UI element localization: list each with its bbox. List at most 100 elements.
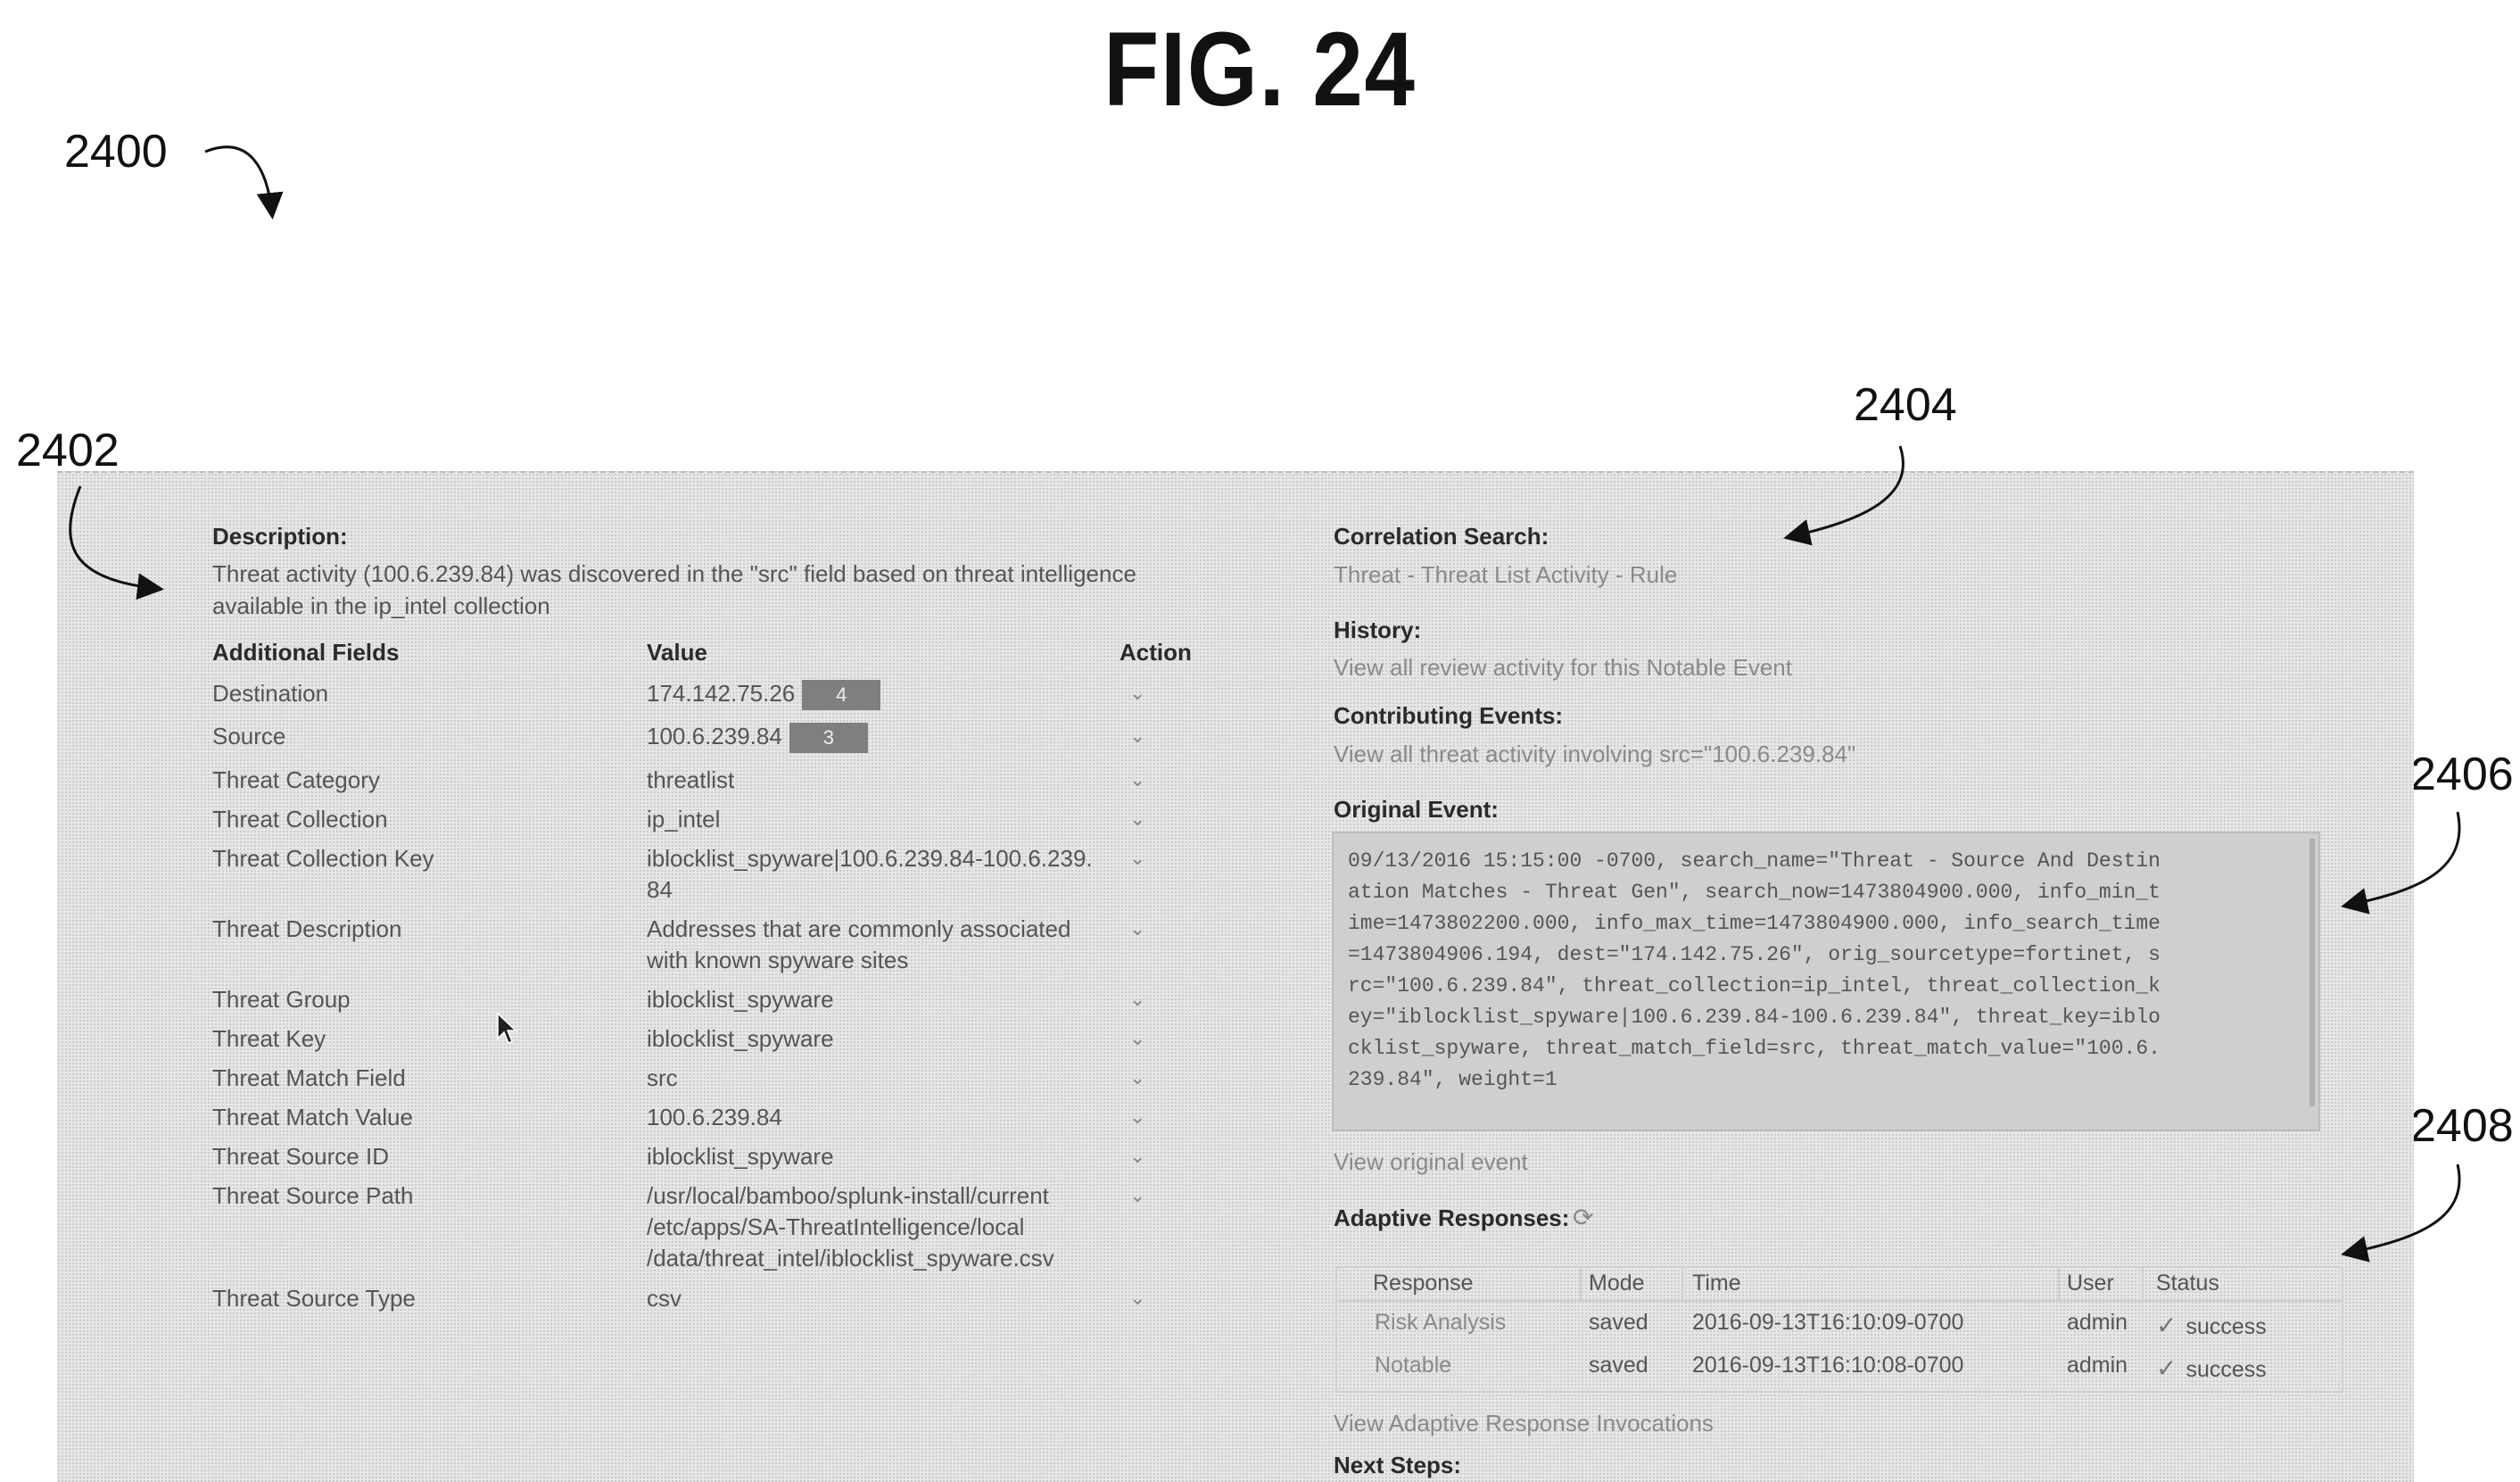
ref-2404: 2404 <box>1854 378 1957 432</box>
field-value: iblocklist_spyware <box>647 1141 834 1172</box>
value-header: Value <box>647 637 707 667</box>
chevron-down-icon[interactable]: ⌄ <box>1129 1027 1145 1050</box>
field-value: csv <box>647 1283 682 1313</box>
field-value: iblocklist_spyware <box>647 1023 834 1054</box>
event-line: =1473804906.194, dest="174.142.75.26", o… <box>1348 940 2304 971</box>
field-value-text: /usr/local/bamboo/splunk-install/current <box>647 1182 1049 1209</box>
field-value-text: /etc/apps/SA-ThreatIntelligence/local <box>647 1213 1024 1240</box>
field-name: Threat Key <box>212 1023 326 1054</box>
user-cell: admin <box>2067 1350 2128 1380</box>
chevron-down-icon[interactable]: ⌄ <box>1129 988 1145 1011</box>
field-name: Threat Match Value <box>212 1102 413 1132</box>
chevron-down-icon[interactable]: ⌄ <box>1129 1184 1145 1207</box>
chevron-down-icon[interactable]: ⌄ <box>1129 807 1145 831</box>
field-value-text: with known spyware sites <box>647 947 908 973</box>
col-response-header[interactable]: Response <box>1373 1268 1474 1298</box>
field-value: /etc/apps/SA-ThreatIntelligence/local <box>647 1212 1024 1242</box>
field-value: 84 <box>647 874 673 905</box>
checkmark-icon: ✓ <box>2156 1354 2177 1382</box>
action-header: Action <box>1120 637 1192 667</box>
field-value: /data/threat_intel/iblocklist_spyware.cs… <box>647 1243 1054 1273</box>
field-name: Threat Match Field <box>212 1063 406 1093</box>
field-value: src <box>647 1063 678 1093</box>
view-adaptive-response-invocations-link[interactable]: View Adaptive Response Invocations <box>1334 1408 1714 1438</box>
correlation-search-link[interactable]: Threat - Threat List Activity - Rule <box>1334 559 1677 590</box>
response-cell: Risk Analysis <box>1375 1307 1506 1337</box>
event-line: rc="100.6.239.84", threat_collection=ip_… <box>1348 971 2304 1002</box>
mouse-cursor-icon <box>496 1012 519 1047</box>
original-event-text: 09/13/2016 15:15:00 -0700, search_name="… <box>1348 846 2304 1096</box>
field-name: Threat Group <box>212 984 351 1014</box>
ref-2406: 2406 <box>2410 748 2514 801</box>
ref-2402: 2402 <box>16 424 120 477</box>
chevron-down-icon[interactable]: ⌄ <box>1129 768 1145 791</box>
count-badge[interactable]: 4 <box>802 680 880 710</box>
field-name: Threat Source ID <box>212 1141 389 1172</box>
field-value-text: src <box>647 1064 678 1091</box>
description-label: Description: <box>212 521 348 551</box>
field-name: Source <box>212 721 285 751</box>
history-link[interactable]: View all review activity for this Notabl… <box>1334 652 1792 683</box>
col-status-header[interactable]: Status <box>2156 1268 2219 1298</box>
description-text-line-1: Threat activity (100.6.239.84) was disco… <box>212 559 1136 589</box>
chevron-down-icon[interactable]: ⌄ <box>1129 917 1145 940</box>
field-name: Destination <box>212 678 328 708</box>
original-event-label: Original Event: <box>1334 794 1499 824</box>
chevron-down-icon[interactable]: ⌄ <box>1129 847 1145 870</box>
next-steps-label: Next Steps: <box>1334 1450 1461 1480</box>
user-cell: admin <box>2067 1307 2128 1337</box>
field-value-text: 174.142.75.26 <box>647 680 795 707</box>
chevron-down-icon[interactable]: ⌄ <box>1129 724 1145 748</box>
field-value-text: iblocklist_spyware|100.6.239.84-100.6.23… <box>647 845 1093 872</box>
field-name: Threat Source Path <box>212 1180 413 1211</box>
adaptive-responses-table: Response Mode Time User Status Risk Anal… <box>1335 1266 2343 1393</box>
mode-cell: saved <box>1589 1307 1648 1337</box>
field-value-text: ip_intel <box>647 806 720 832</box>
chevron-down-icon[interactable]: ⌄ <box>1129 682 1145 705</box>
field-value: iblocklist_spyware <box>647 984 834 1014</box>
table-row[interactable]: Notablesaved2016-09-13T16:10:08-0700admi… <box>1337 1350 2342 1386</box>
ref-2408: 2408 <box>2410 1099 2514 1153</box>
col-time-header[interactable]: Time <box>1692 1268 1741 1298</box>
contributing-events-link[interactable]: View all threat activity involving src="… <box>1334 739 1855 769</box>
event-line: ey="iblocklist_spyware|100.6.239.84-100.… <box>1348 1002 2304 1033</box>
ref-2400: 2400 <box>64 125 168 178</box>
refresh-icon[interactable]: ⟳ <box>1573 1203 1593 1233</box>
event-line: ation Matches - Threat Gen", search_now=… <box>1348 877 2304 908</box>
status-cell: ✓success <box>2156 1311 2267 1342</box>
time-cell: 2016-09-13T16:10:08-0700 <box>1692 1350 1963 1380</box>
table-header-row: Response Mode Time User Status <box>1337 1268 2342 1302</box>
field-value-text: 100.6.239.84 <box>647 723 782 749</box>
checkmark-icon: ✓ <box>2156 1312 2177 1339</box>
field-value: /usr/local/bamboo/splunk-install/current <box>647 1180 1049 1211</box>
figure-title: FIG. 24 <box>177 9 2344 130</box>
field-value-text: Addresses that are commonly associated <box>647 915 1070 942</box>
field-value: ip_intel <box>647 804 720 834</box>
event-line: 239.84", weight=1 <box>1348 1064 2304 1096</box>
chevron-down-icon[interactable]: ⌄ <box>1129 1105 1145 1129</box>
field-value: 100.6.239.84 3 <box>647 721 868 753</box>
field-value-text: 84 <box>647 876 673 903</box>
correlation-search-label: Correlation Search: <box>1334 521 1549 551</box>
field-value-text: csv <box>647 1285 682 1312</box>
chevron-down-icon[interactable]: ⌄ <box>1129 1145 1145 1168</box>
field-name: Threat Category <box>212 765 380 795</box>
table-row[interactable]: Risk Analysissaved2016-09-13T16:10:09-07… <box>1337 1307 2342 1343</box>
field-value: iblocklist_spyware|100.6.239.84-100.6.23… <box>647 843 1093 873</box>
chevron-down-icon[interactable]: ⌄ <box>1129 1287 1145 1310</box>
field-name: Threat Source Type <box>212 1283 416 1313</box>
response-cell: Notable <box>1375 1350 1451 1380</box>
status-text: success <box>2185 1357 2266 1382</box>
col-mode-header[interactable]: Mode <box>1589 1268 1645 1298</box>
original-event-box[interactable]: 09/13/2016 15:15:00 -0700, search_name="… <box>1332 832 2320 1131</box>
count-badge[interactable]: 3 <box>789 723 868 753</box>
field-value: 100.6.239.84 <box>647 1102 782 1132</box>
chevron-down-icon[interactable]: ⌄ <box>1129 1066 1145 1089</box>
col-user-header[interactable]: User <box>2067 1268 2114 1298</box>
field-value: threatlist <box>647 765 734 795</box>
field-value-text: 100.6.239.84 <box>647 1104 782 1130</box>
view-original-event-link[interactable]: View original event <box>1334 1147 1528 1177</box>
event-line: 09/13/2016 15:15:00 -0700, search_name="… <box>1348 846 2304 877</box>
field-value-text: iblocklist_spyware <box>647 1025 834 1052</box>
event-scrollbar[interactable] <box>2309 839 2315 1106</box>
